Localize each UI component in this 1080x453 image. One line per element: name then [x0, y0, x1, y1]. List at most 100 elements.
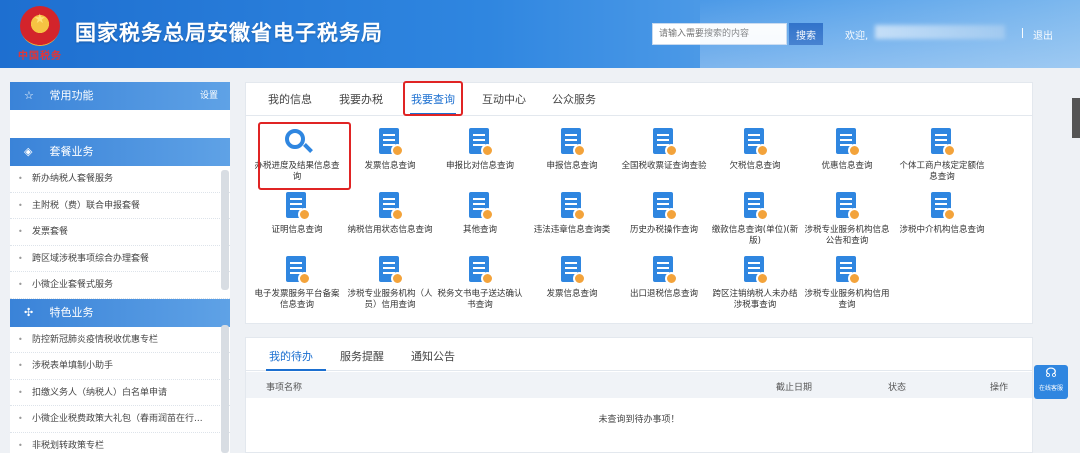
query-item-label: 申报信息查询 — [546, 161, 598, 171]
tab-notice[interactable]: 通知公告 — [411, 348, 455, 364]
query-item-label: 历史办税操作查询 — [629, 225, 698, 235]
query-item[interactable]: 涉税专业服务机构（人员）信用查询 — [344, 255, 436, 311]
query-item[interactable]: 发票信息查询 — [526, 255, 618, 300]
query-item[interactable]: 纳税信用状态信息查询 — [344, 191, 436, 236]
sidebar-item[interactable]: 非税划转政策专栏 — [10, 433, 230, 453]
query-item[interactable]: 优惠信息查询 — [801, 127, 893, 172]
document-query-icon — [649, 127, 679, 157]
query-item[interactable]: 跨区注销纳税人未办结涉税事查询 — [709, 255, 801, 311]
sidebar-package-label: 套餐业务 — [49, 145, 94, 158]
cluster-icon: ✣ — [24, 305, 34, 319]
query-item[interactable]: 证明信息查询 — [251, 191, 343, 236]
query-item[interactable]: 全国税收票证查询查验 — [618, 127, 710, 172]
sidebar-item[interactable]: 发票套餐 — [10, 219, 230, 246]
document-query-icon — [282, 191, 312, 221]
tab-my-info[interactable]: 我的信息 — [268, 91, 312, 107]
settings-link[interactable]: 设置 — [200, 82, 218, 110]
sidebar-special-header[interactable]: ✣ 特色业务 — [10, 298, 230, 327]
query-item[interactable]: 违法违章信息查询类 — [526, 191, 618, 236]
tab-tax-handling[interactable]: 我要办税 — [339, 91, 383, 107]
query-item[interactable]: 个体工商户核定定额信息查询 — [896, 127, 988, 183]
document-query-icon — [832, 191, 862, 221]
header-divider — [1022, 28, 1023, 38]
sidebar-special-label: 特色业务 — [49, 305, 94, 319]
document-query-icon — [375, 191, 405, 221]
tab-interaction[interactable]: 互动中心 — [482, 91, 526, 107]
query-item-label: 全国税收票证查询查验 — [621, 161, 707, 171]
sidebar-item[interactable]: 小微企业税费政策大礼包（春雨润苗在行... — [10, 406, 230, 433]
layers-icon: ◈ — [24, 145, 33, 158]
document-query-icon — [375, 255, 405, 285]
sidebar-item[interactable]: 扣缴义务人（纳税人）白名单申请 — [10, 380, 230, 406]
query-item[interactable]: 其他查询 — [434, 191, 526, 236]
header: ★ 中国税务 国家税务总局安徽省电子税务局 搜索 欢迎, 退出 — [0, 0, 1080, 68]
todo-empty-message: 未查询到待办事项！ — [598, 415, 680, 425]
document-query-icon — [465, 127, 495, 157]
query-item[interactable]: 出口退税信息查询 — [618, 255, 710, 300]
query-item[interactable]: 历史办税操作查询 — [618, 191, 710, 236]
query-item-label: 缴款信息查询(单位)(新版) — [711, 225, 799, 246]
query-item-label: 优惠信息查询 — [821, 161, 873, 171]
query-item-label: 税务文书电子送达确认书查询 — [437, 289, 523, 310]
document-query-icon — [740, 191, 770, 221]
todo-table-header: 事项名称 截止日期 状态 操作 — [246, 372, 1032, 398]
online-help-button[interactable]: ☊ 在线客服 — [1034, 365, 1068, 399]
query-item-label: 电子发票服务平台备案信息查询 — [254, 289, 340, 310]
query-item[interactable]: 税务文书电子送达确认书查询 — [434, 255, 526, 311]
col-deadline: 截止日期 — [776, 383, 813, 393]
sidebar-item[interactable]: 主附税（费）联合申报套餐 — [10, 193, 230, 219]
user-name-blurred — [875, 25, 1005, 39]
query-item[interactable]: 欠税信息查询 — [709, 127, 801, 172]
query-item[interactable]: 发票信息查询 — [344, 127, 436, 172]
search-input[interactable] — [652, 23, 787, 45]
query-item-label: 违法违章信息查询类 — [533, 225, 611, 235]
tab-my-todo[interactable]: 我的待办 — [269, 348, 313, 364]
tab-service-reminder[interactable]: 服务提醒 — [340, 348, 384, 364]
todo-tabs: 我的待办 服务提醒 通知公告 — [246, 338, 1032, 371]
todo-tab-underline — [266, 369, 326, 371]
query-item[interactable]: 申报比对信息查询 — [434, 127, 526, 172]
sidebar-common-empty — [10, 110, 230, 138]
sidebar-item[interactable]: 涉税表单填制小助手 — [10, 353, 230, 380]
page-scrollbar[interactable] — [1072, 98, 1080, 138]
star-icon: ★ — [34, 12, 46, 27]
sidebar-package-header[interactable]: ◈ 套餐业务 — [10, 138, 230, 166]
col-status: 状态 — [888, 383, 907, 393]
sidebar-scrollbar-lower[interactable] — [221, 325, 229, 453]
query-item[interactable]: 缴款信息查询(单位)(新版) — [709, 191, 801, 247]
query-item-label: 涉税专业服务机构（人员）信用查询 — [347, 289, 433, 310]
document-query-icon — [375, 127, 405, 157]
query-panel: 我的信息 我要办税 我要查询 互动中心 公众服务 办税进度及结果信息查询 发票信息… — [245, 82, 1033, 324]
document-query-icon — [282, 255, 312, 285]
main-tabs: 我的信息 我要办税 我要查询 互动中心 公众服务 — [246, 83, 1032, 116]
search-button[interactable]: 搜索 — [789, 23, 823, 45]
query-item[interactable]: 涉税中介机构信息查询 — [896, 191, 988, 236]
query-item-label: 涉税专业服务机构信用查询 — [804, 289, 890, 310]
query-item[interactable]: 涉税专业服务机构信息公告和查询 — [801, 191, 893, 247]
sidebar-item[interactable]: 防控新冠肺炎疫情税收优惠专栏 — [10, 327, 230, 353]
query-item-label: 涉税专业服务机构信息公告和查询 — [804, 225, 890, 246]
site-title: 国家税务总局安徽省电子税务局 — [75, 21, 383, 45]
query-item-label: 发票信息查询 — [364, 161, 416, 171]
emblem-text: 中国税务 — [18, 51, 62, 62]
star-outline-icon: ☆ — [24, 89, 34, 102]
sidebar-scrollbar[interactable] — [221, 170, 229, 290]
document-query-icon — [927, 191, 957, 221]
sidebar-common-header[interactable]: ☆ 常用功能 设置 — [10, 82, 230, 110]
document-query-icon — [832, 255, 862, 285]
query-item[interactable]: 申报信息查询 — [526, 127, 618, 172]
query-item-label: 其他查询 — [462, 225, 497, 235]
sidebar-item[interactable]: 小微企业套餐式服务 — [10, 272, 230, 299]
sidebar-item[interactable]: 跨区域涉税事项综合办理套餐 — [10, 246, 230, 272]
query-item-label: 涉税中介机构信息查询 — [899, 225, 985, 235]
query-item[interactable]: 电子发票服务平台备案信息查询 — [251, 255, 343, 311]
sidebar-common-label: 常用功能 — [49, 89, 94, 102]
query-item[interactable]: 涉税专业服务机构信用查询 — [801, 255, 893, 311]
col-action: 操作 — [990, 383, 1009, 393]
item-highlight-box — [258, 122, 351, 190]
tab-public-service[interactable]: 公众服务 — [552, 91, 596, 107]
document-query-icon — [465, 191, 495, 221]
logout-link[interactable]: 退出 — [1033, 27, 1053, 42]
sidebar-item[interactable]: 新办纳税人套餐服务 — [10, 166, 230, 193]
document-query-icon — [927, 127, 957, 157]
